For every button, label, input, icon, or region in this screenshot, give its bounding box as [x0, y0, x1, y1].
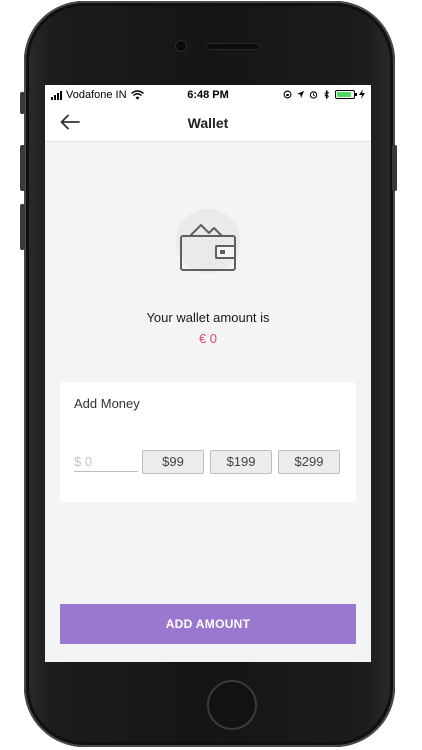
- rotation-lock-icon: [283, 90, 292, 98]
- preset-199-button[interactable]: $199: [210, 450, 272, 474]
- charging-icon: [359, 89, 365, 99]
- app-screen: Vodafone IN 6:48 PM Wallet Your wallet a…: [45, 85, 371, 662]
- preset-299-button[interactable]: $299: [278, 450, 340, 474]
- home-button[interactable]: [207, 680, 257, 730]
- front-camera: [176, 41, 186, 51]
- status-right: [283, 89, 365, 99]
- alarm-icon: [309, 90, 318, 99]
- status-bar: Vodafone IN 6:48 PM: [45, 85, 371, 105]
- power-button: [392, 145, 397, 191]
- earpiece-speaker: [207, 44, 259, 49]
- add-amount-button[interactable]: ADD AMOUNT: [60, 604, 356, 644]
- add-money-card: Add Money $99 $199 $299: [60, 382, 356, 502]
- nav-bar: Wallet: [45, 105, 371, 142]
- balance-label: Your wallet amount is: [146, 310, 270, 325]
- balance-value: € 0: [198, 331, 218, 346]
- mute-switch: [20, 92, 25, 114]
- volume-up-button: [20, 145, 25, 191]
- wallet-icon: [180, 224, 236, 271]
- battery-icon: [335, 89, 357, 99]
- page-title: Wallet: [187, 115, 229, 131]
- amount-input[interactable]: [74, 451, 138, 472]
- preset-99-button[interactable]: $99: [142, 450, 204, 474]
- add-money-title: Add Money: [74, 396, 140, 411]
- location-icon: [296, 90, 305, 98]
- bluetooth-icon: [324, 89, 330, 99]
- volume-down-button: [20, 204, 25, 250]
